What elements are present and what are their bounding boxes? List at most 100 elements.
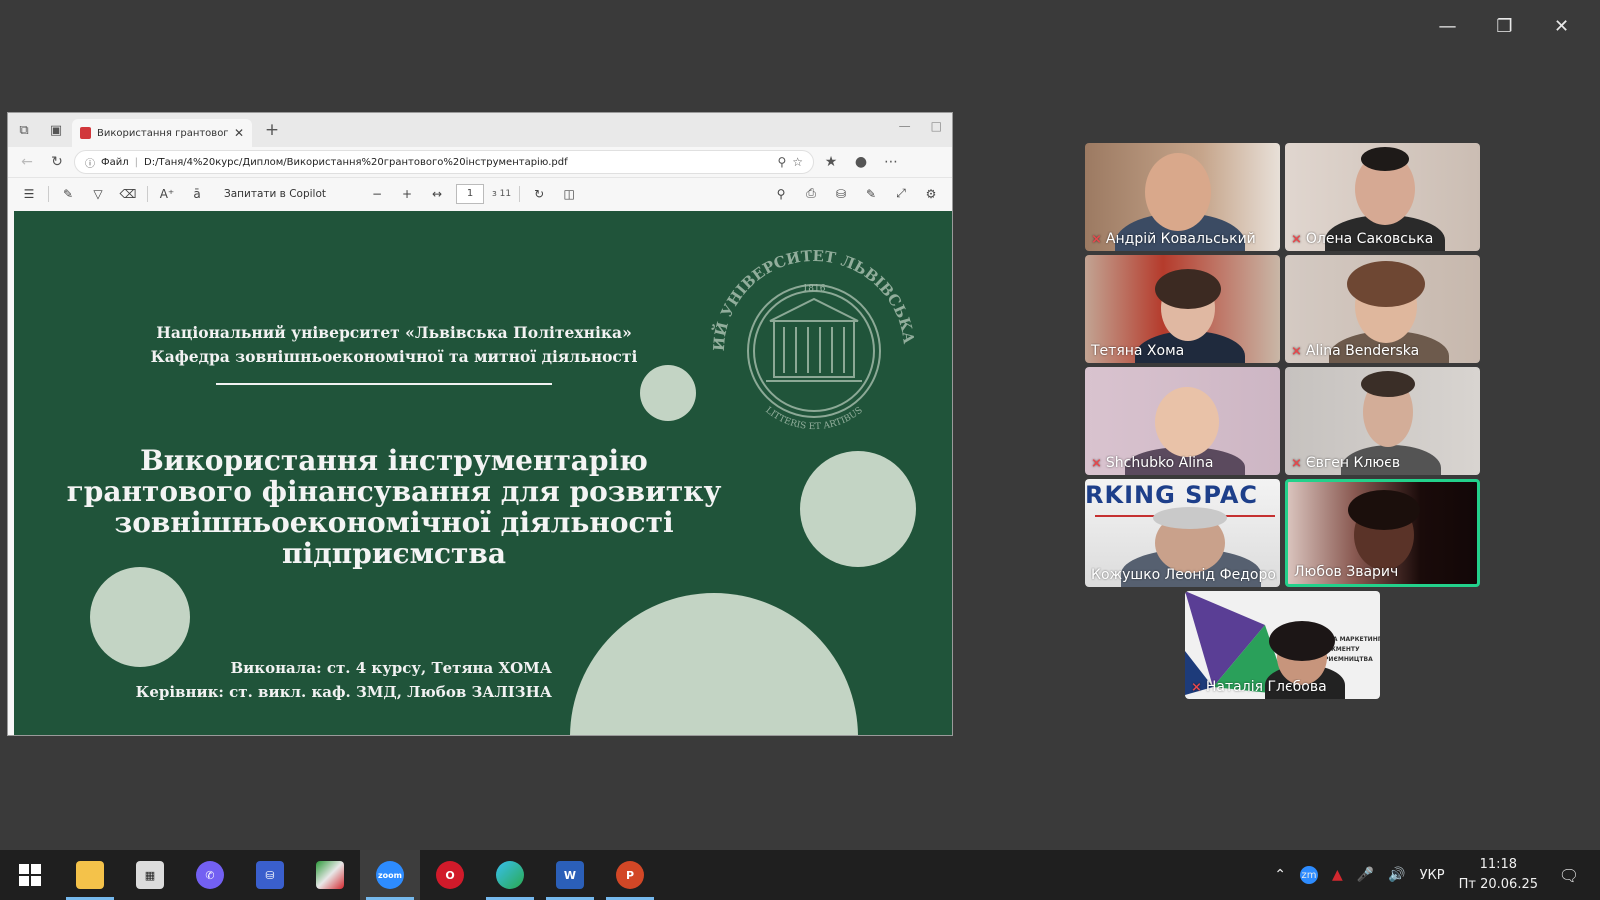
tray-expand-chevron-icon[interactable]: ⌃ <box>1274 867 1286 883</box>
taskbar-opera[interactable]: O <box>420 850 480 900</box>
save-icon[interactable]: ⛁ <box>830 183 852 205</box>
taskbar-word[interactable]: W <box>540 850 600 900</box>
tray-acrobat-icon[interactable]: ▲ <box>1332 867 1343 883</box>
ask-copilot-button[interactable]: Запитати в Copilot <box>216 188 358 200</box>
taskbar-edge[interactable] <box>480 850 540 900</box>
taskbar-calculator[interactable]: ▦ <box>120 850 180 900</box>
participant-name: Любов Зварич <box>1294 564 1399 580</box>
participant-name: ⨯ Євген Клюєв <box>1291 455 1401 471</box>
page-view-icon[interactable]: ◫ <box>558 183 580 205</box>
refresh-icon[interactable]: ↻ <box>44 149 70 175</box>
divider <box>519 185 521 202</box>
rotate-icon[interactable]: ↻ <box>528 183 550 205</box>
restore-icon[interactable]: ❐ <box>1476 10 1533 42</box>
profile-avatar-icon[interactable]: ● <box>848 149 874 175</box>
read-aloud-icon[interactable]: A⁺ <box>156 183 178 205</box>
page-number-input[interactable]: 1 <box>456 183 484 204</box>
participant-tile-active-speaker[interactable]: Любов Зварич <box>1285 479 1480 587</box>
zoom-out-button[interactable]: − <box>366 183 388 205</box>
fit-page-icon[interactable]: ↔ <box>426 183 448 205</box>
mic-muted-icon: ⨯ <box>1091 455 1102 471</box>
tile-background-text: ПРИЄМНИЦТВА <box>1319 656 1373 663</box>
tab-pdf[interactable]: Використання грантового інстру ✕ <box>72 119 252 147</box>
browser-maximize-icon[interactable]: □ <box>931 119 942 133</box>
taskbar-acrobat[interactable] <box>300 850 360 900</box>
print-icon[interactable]: ⎙ <box>800 183 822 205</box>
taskbar-zoom[interactable]: zoom <box>360 850 420 900</box>
slide-underline <box>216 383 552 385</box>
divider <box>48 185 49 202</box>
folder-icon <box>76 861 104 889</box>
browser-minimize-icon[interactable]: — <box>899 119 911 133</box>
pdf-icon <box>80 127 91 139</box>
decor-circle <box>90 567 190 667</box>
decor-circle <box>570 593 858 735</box>
fullscreen-icon[interactable]: ⤢ <box>890 183 912 205</box>
zoom-magnifier-icon[interactable]: ⚲ <box>777 155 786 169</box>
taskbar-save-app[interactable]: ⛁ <box>240 850 300 900</box>
save-as-icon[interactable]: ✎ <box>860 183 882 205</box>
participant-tile[interactable]: ⨯ Євген Клюєв <box>1285 367 1480 475</box>
new-tab-button[interactable]: + <box>258 116 286 144</box>
slide-author: Виконала: ст. 4 курсу, Тетяна ХОМА <box>230 659 552 677</box>
viber-icon: ✆ <box>196 861 224 889</box>
taskbar-viber[interactable]: ✆ <box>180 850 240 900</box>
contents-list-icon[interactable]: ☰ <box>18 183 40 205</box>
participant-tile[interactable]: ЕДРА МАРКЕТИНГ ЕДЖМЕНТУ ПРИЄМНИЦТВА ⨯ Нат… <box>1185 591 1380 699</box>
windows-logo-icon <box>19 864 41 886</box>
clock[interactable]: 11:18 Пт 20.06.25 <box>1459 855 1538 895</box>
back-icon[interactable]: ← <box>14 149 40 175</box>
favorite-star-icon[interactable]: ☆ <box>792 155 803 169</box>
address-bar[interactable]: ⓘ Файл | D:/Таня/4%20курс/Диплом/Викорис… <box>74 150 814 174</box>
calculator-icon: ▦ <box>136 861 164 889</box>
taskbar-powerpoint[interactable]: P <box>600 850 660 900</box>
language-indicator[interactable]: УКР <box>1420 868 1445 883</box>
more-menu-icon[interactable]: ⋯ <box>878 149 904 175</box>
participant-name: ⨯ Андрій Ковальський <box>1091 231 1256 247</box>
settings-gear-icon[interactable]: ⚙ <box>920 183 942 205</box>
close-icon[interactable]: ✕ <box>1533 10 1590 42</box>
participant-tile[interactable]: ⨯ Shchubko Alina <box>1085 367 1280 475</box>
url-text: D:/Таня/4%20курс/Диплом/Використання%20г… <box>144 156 568 168</box>
pdf-slide: НАЦІОНАЛЬНИЙ УНІВЕРСИТЕТ ЛЬВІВСЬКА ПОЛІТ… <box>14 211 952 735</box>
participant-tile[interactable]: ⨯ Олена Саковська <box>1285 143 1480 251</box>
tray-zoom-icon[interactable]: zm <box>1299 866 1318 884</box>
notifications-icon[interactable]: 🗨 <box>1552 860 1586 890</box>
word-icon: W <box>556 861 584 889</box>
zoom-in-button[interactable]: + <box>396 183 418 205</box>
participant-tile[interactable]: RKING SPAC Кожушко Леонід Федоро... <box>1085 479 1280 587</box>
participant-name: ⨯ Alina Benderska <box>1291 343 1420 359</box>
tab-actions-icon[interactable]: ▣ <box>40 113 72 147</box>
taskbar-file-explorer[interactable] <box>60 850 120 900</box>
favorites-icon[interactable]: ★ <box>818 149 844 175</box>
participant-tile[interactable]: ⨯ Андрій Ковальський <box>1085 143 1280 251</box>
volume-icon[interactable]: 🔊 <box>1388 867 1405 883</box>
participant-tile[interactable]: ⨯ Alina Benderska <box>1285 255 1480 363</box>
slide-supervisor: Керівник: ст. викл. каф. ЗМД, Любов ЗАЛІ… <box>135 683 552 701</box>
eraser-icon[interactable]: ⌫ <box>117 183 139 205</box>
acrobat-icon <box>316 861 344 889</box>
seal-motto: LITTERIS ET ARTIBUS <box>763 406 864 433</box>
translate-icon[interactable]: ā <box>186 183 208 205</box>
microphone-icon[interactable]: 🎤 <box>1357 867 1374 883</box>
minimize-icon[interactable]: — <box>1419 10 1476 42</box>
slide-title-line: зовнішньоекономічної діяльності <box>114 506 674 539</box>
address-prefix: Файл <box>101 156 129 168</box>
search-icon[interactable]: ⚲ <box>770 183 792 205</box>
tab-close-icon[interactable]: ✕ <box>234 126 244 140</box>
zoom-app-icon: zoom <box>376 861 404 889</box>
decor-circle <box>640 365 696 421</box>
participant-tile[interactable]: Тетяна Хома <box>1085 255 1280 363</box>
tile-background-text: RKING SPAC <box>1085 481 1259 509</box>
highlight-icon[interactable]: ✎ <box>57 183 79 205</box>
address-bar-row: ← ↻ ⓘ Файл | D:/Таня/4%20курс/Диплом/Вик… <box>8 147 952 177</box>
info-icon[interactable]: ⓘ <box>85 155 95 170</box>
shared-browser-window: ⧉ ▣ Використання грантового інстру ✕ + —… <box>7 112 953 736</box>
slide-title-line: підприємства <box>282 537 506 570</box>
clock-time: 11:18 <box>1479 857 1518 872</box>
browser-tab-bar: ⧉ ▣ Використання грантового інстру ✕ + —… <box>8 113 952 147</box>
draw-icon[interactable]: ▽ <box>87 183 109 205</box>
tab-title: Використання грантового інстру <box>97 127 228 139</box>
start-button[interactable] <box>0 850 60 900</box>
workspaces-icon[interactable]: ⧉ <box>8 113 40 147</box>
